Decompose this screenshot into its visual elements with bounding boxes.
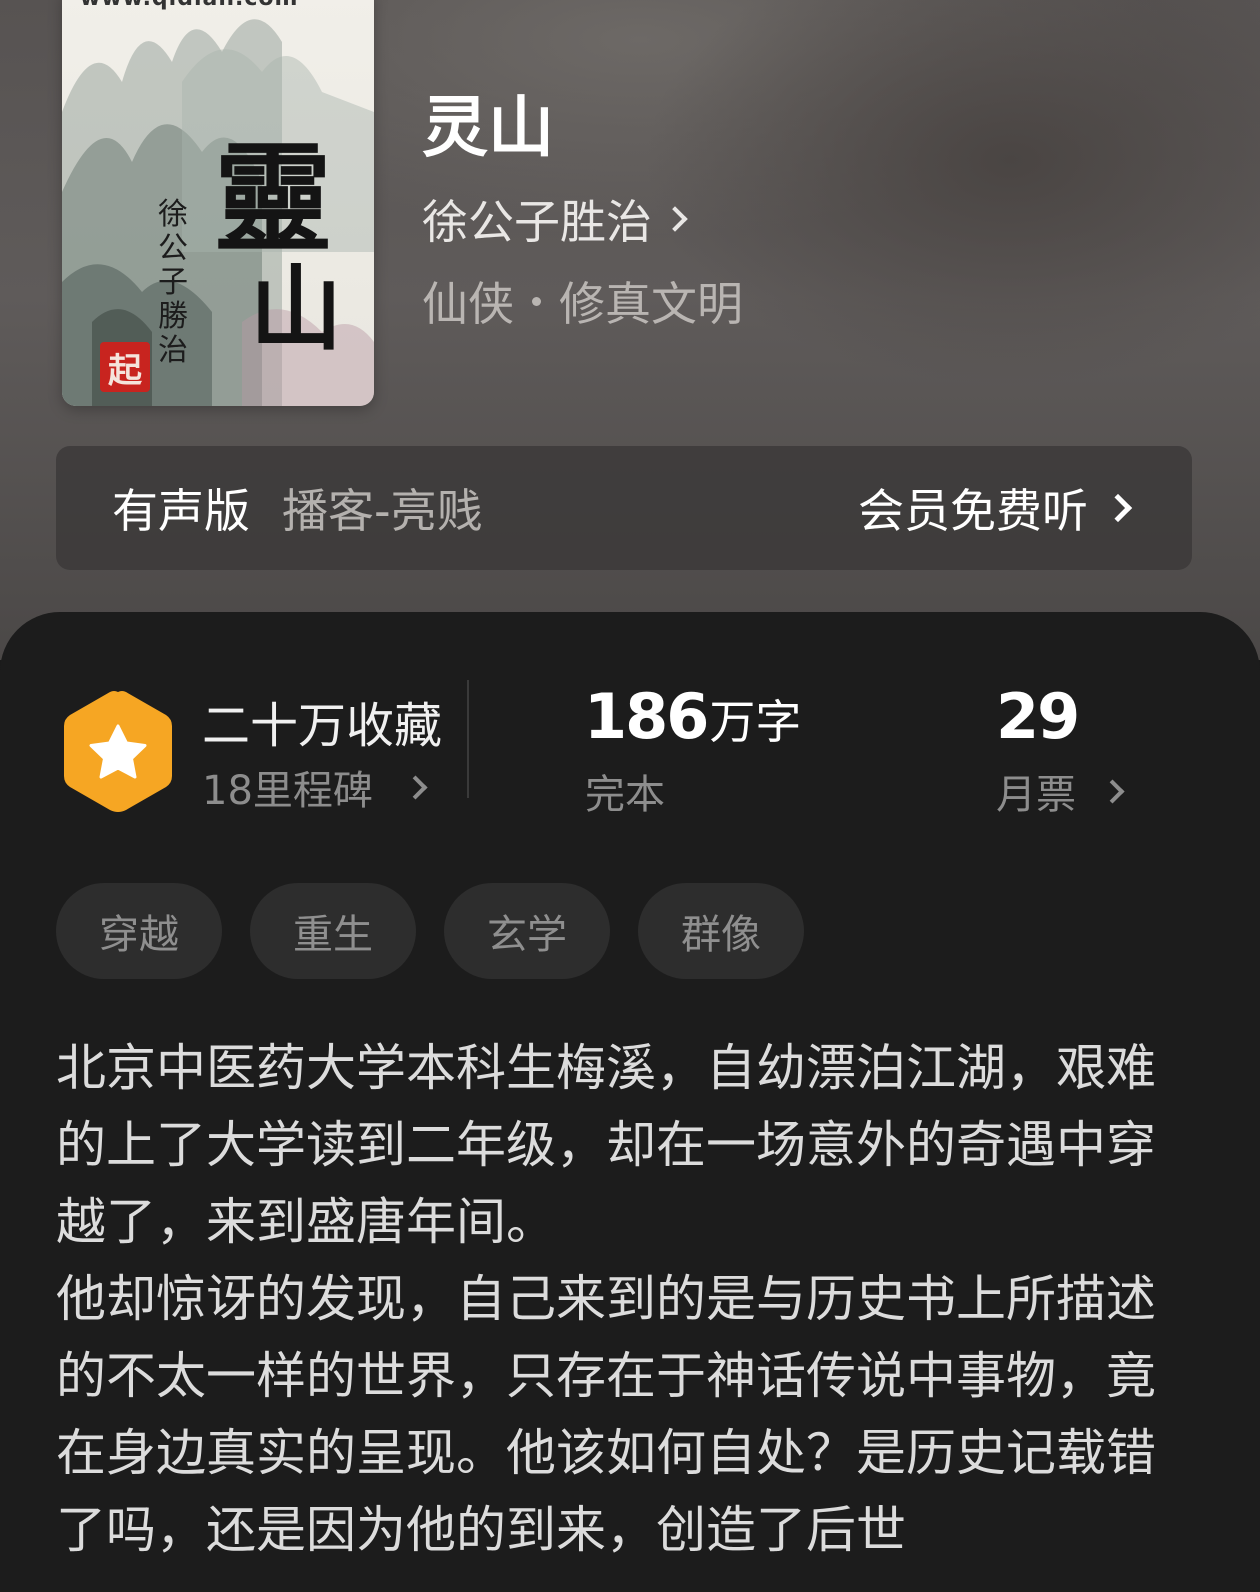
tag-chip[interactable]: 重生 — [250, 883, 416, 979]
tag-chip[interactable]: 穿越 — [56, 883, 222, 979]
author-name: 徐公子胜治 — [422, 195, 652, 249]
genre[interactable]: 仙侠 — [422, 268, 514, 334]
book-description[interactable]: 北京中医药大学本科生梅溪，自幼漂泊江湖，艰难的上了大学读到二年级，却在一场意外的… — [56, 1030, 1186, 1569]
cover-title-char-1: 靈 — [214, 129, 333, 268]
separator-dot — [532, 296, 541, 306]
book-header: www.qidian.com 靈 山 徐公子勝治 起 灵山 徐公子胜治 仙侠 修… — [0, 0, 1260, 660]
tag-chip[interactable]: 群像 — [638, 883, 804, 979]
tag-list: 穿越 重生 玄学 群像 — [56, 883, 804, 979]
description-paragraph: 他却惊讶的发现，自己来到的是与历史书上所描述的不太一样的世界，只存在于神话传说中… — [56, 1270, 1156, 1559]
cover-author: 徐公子勝治 — [158, 197, 188, 368]
monthly-votes-count: 29 — [996, 680, 1080, 753]
word-count: 186 万字 — [584, 680, 801, 753]
cover-seal: 起 — [100, 342, 150, 392]
audio-version-bar[interactable]: 有声版 播客-亮贱 会员免费听 — [56, 446, 1192, 570]
cover-title: 靈 山 — [214, 140, 374, 364]
word-count-number: 186 — [584, 680, 709, 753]
member-free-listen-button[interactable]: 会员免费听 — [858, 475, 1133, 541]
chevron-right-icon — [1103, 493, 1133, 523]
genre-line: 仙侠 修真文明 — [422, 268, 743, 334]
book-cover[interactable]: www.qidian.com 靈 山 徐公子勝治 起 — [62, 0, 374, 406]
chevron-right-icon — [1100, 778, 1125, 804]
chevron-right-icon — [662, 206, 688, 232]
stats-divider — [467, 680, 469, 798]
audio-host: 播客-亮贱 — [282, 484, 483, 538]
milestones-label: 18里程碑 — [202, 768, 373, 814]
word-count-unit: 万字 — [709, 695, 802, 749]
star-badge-icon — [64, 691, 172, 812]
chevron-right-icon — [403, 774, 428, 800]
cover-site-text: www.qidian.com — [80, 0, 298, 11]
completion-status: 完本 — [585, 772, 665, 818]
tag-chip[interactable]: 玄学 — [444, 883, 610, 979]
milestones-link[interactable]: 18里程碑 — [202, 758, 428, 816]
subgenre[interactable]: 修真文明 — [559, 268, 743, 334]
monthly-votes-link[interactable]: 月票 — [996, 762, 1125, 820]
book-title: 灵山 — [422, 88, 554, 166]
monthly-votes-label: 月票 — [996, 772, 1076, 818]
collections-count: 二十万收藏 — [202, 698, 443, 754]
description-paragraph: 北京中医药大学本科生梅溪，自幼漂泊江湖，艰难的上了大学读到二年级，却在一场意外的… — [56, 1039, 1156, 1251]
member-free-listen-label: 会员免费听 — [858, 484, 1088, 538]
author-link[interactable]: 徐公子胜治 — [422, 186, 688, 252]
cover-title-char-2: 山 — [250, 255, 343, 363]
audio-label: 有声版 — [112, 484, 250, 538]
